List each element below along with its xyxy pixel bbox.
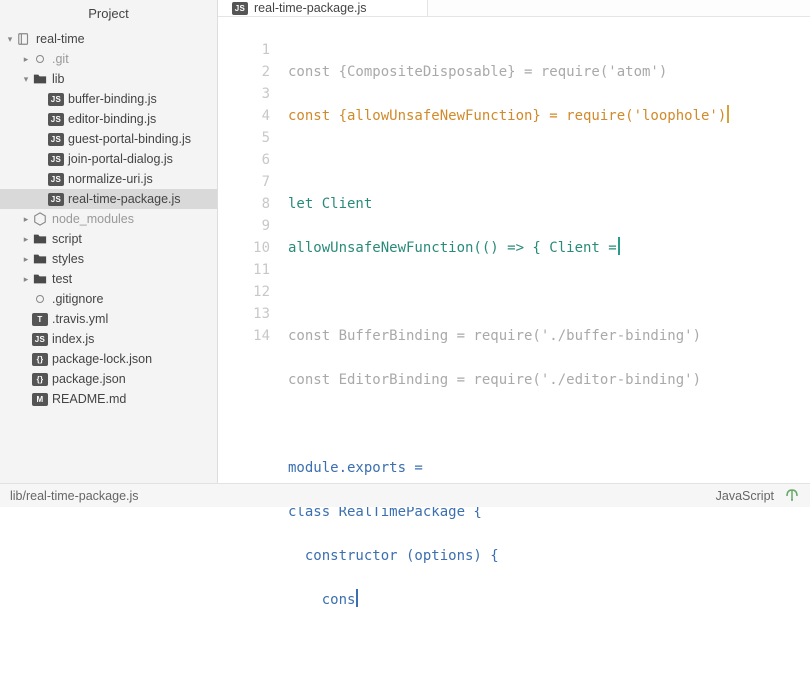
remote-cursor-icon [618,237,620,255]
js-file-icon: JS [48,111,64,127]
remote-cursor-icon [727,105,729,123]
file-tree: ▾ real-time ▸ .git ▾ lib JS buff [0,27,217,483]
tree-item-test[interactable]: ▸ test [0,269,217,289]
line-number: 13 [218,303,270,325]
tree-item-file-active[interactable]: JS real-time-package.js [0,189,217,209]
teletype-icon[interactable] [784,487,800,504]
tree-item-label: real-time-package.js [68,192,181,206]
tree-item-label: index.js [52,332,94,346]
project-sidebar: Project ▾ real-time ▸ .git ▾ lib [0,0,218,483]
local-cursor-icon [356,589,358,607]
js-file-icon: JS [48,131,64,147]
tree-item-file[interactable]: JS join-portal-dialog.js [0,149,217,169]
line-number: 11 [218,259,270,281]
tree-item-label: editor-binding.js [68,112,156,126]
tree-item-label: join-portal-dialog.js [68,152,173,166]
tree-item-label: .gitignore [52,292,103,306]
js-file-icon: JS [48,171,64,187]
tree-item-label: script [52,232,82,246]
tree-item-label: normalize-uri.js [68,172,153,186]
repo-icon [16,31,32,47]
tree-item-label: guest-portal-binding.js [68,132,191,146]
tree-item-file[interactable]: JS index.js [0,329,217,349]
tree-item-label: styles [52,252,84,266]
tree-item-label: lib [52,72,65,86]
tree-item-file[interactable]: {} package.json [0,369,217,389]
tree-item-styles[interactable]: ▸ styles [0,249,217,269]
editor-area: JS real-time-package.js 1 2 3 4 5 6 7 8 … [218,0,810,483]
js-file-icon: JS [48,151,64,167]
line-number: 1 [218,39,270,61]
chevron-right-icon: ▸ [20,274,32,285]
js-file-icon: JS [48,91,64,107]
js-file-icon: JS [48,191,64,207]
line-number: 14 [218,325,270,347]
line-number: 12 [218,281,270,303]
line-number: 10 [218,237,270,259]
line-number: 8 [218,193,270,215]
tab-active[interactable]: JS real-time-package.js [218,0,428,16]
tree-item-label: package.json [52,372,126,386]
folder-icon [32,251,48,267]
tree-root-label: real-time [36,32,85,46]
status-path[interactable]: lib/real-time-package.js [10,489,139,503]
code-content[interactable]: const {CompositeDisposable} = require('a… [288,39,810,699]
yml-file-icon: T [32,311,48,327]
tree-item-file[interactable]: JS guest-portal-binding.js [0,129,217,149]
tree-item-label: package-lock.json [52,352,152,366]
chevron-right-icon: ▸ [20,254,32,265]
node-modules-icon [32,211,48,227]
tree-item-git[interactable]: ▸ .git [0,49,217,69]
js-file-icon: JS [232,0,248,16]
chevron-right-icon: ▸ [20,214,32,225]
git-icon [32,51,48,67]
tree-item-file[interactable]: JS editor-binding.js [0,109,217,129]
tree-item-label: .git [52,52,69,66]
status-language[interactable]: JavaScript [716,489,774,503]
tab-label: real-time-package.js [254,1,367,15]
tree-item-label: .travis.yml [52,312,108,326]
tree-item-label: buffer-binding.js [68,92,157,106]
tree-item-lib[interactable]: ▾ lib [0,69,217,89]
line-number: 9 [218,215,270,237]
tree-item-label: node_modules [52,212,134,226]
json-file-icon: {} [32,351,48,367]
chevron-down-icon: ▾ [20,74,32,85]
chevron-right-icon: ▸ [20,234,32,245]
json-file-icon: {} [32,371,48,387]
sidebar-title: Project [0,0,217,27]
line-number: 6 [218,149,270,171]
tab-bar: JS real-time-package.js [218,0,810,17]
editor-body[interactable]: 1 2 3 4 5 6 7 8 9 10 11 12 13 14 const {… [218,17,810,699]
status-bar: lib/real-time-package.js JavaScript [0,483,810,507]
folder-icon [32,271,48,287]
md-file-icon: M [32,391,48,407]
tree-item-label: test [52,272,72,286]
tree-item-file[interactable]: M README.md [0,389,217,409]
chevron-down-icon: ▾ [4,34,16,45]
line-number: 7 [218,171,270,193]
tree-item-label: README.md [52,392,126,406]
line-number: 4 [218,105,270,127]
tree-item-file[interactable]: .gitignore [0,289,217,309]
tree-item-script[interactable]: ▸ script [0,229,217,249]
line-number: 3 [218,83,270,105]
folder-icon [32,71,48,87]
gutter: 1 2 3 4 5 6 7 8 9 10 11 12 13 14 [218,39,288,699]
line-number: 5 [218,127,270,149]
chevron-right-icon: ▸ [20,54,32,65]
tree-item-file[interactable]: JS buffer-binding.js [0,89,217,109]
line-number: 2 [218,61,270,83]
tree-root[interactable]: ▾ real-time [0,29,217,49]
tree-item-file[interactable]: T .travis.yml [0,309,217,329]
folder-icon [32,231,48,247]
gitignore-icon [32,291,48,307]
js-file-icon: JS [32,331,48,347]
tree-item-file[interactable]: {} package-lock.json [0,349,217,369]
tree-item-file[interactable]: JS normalize-uri.js [0,169,217,189]
tree-item-node-modules[interactable]: ▸ node_modules [0,209,217,229]
